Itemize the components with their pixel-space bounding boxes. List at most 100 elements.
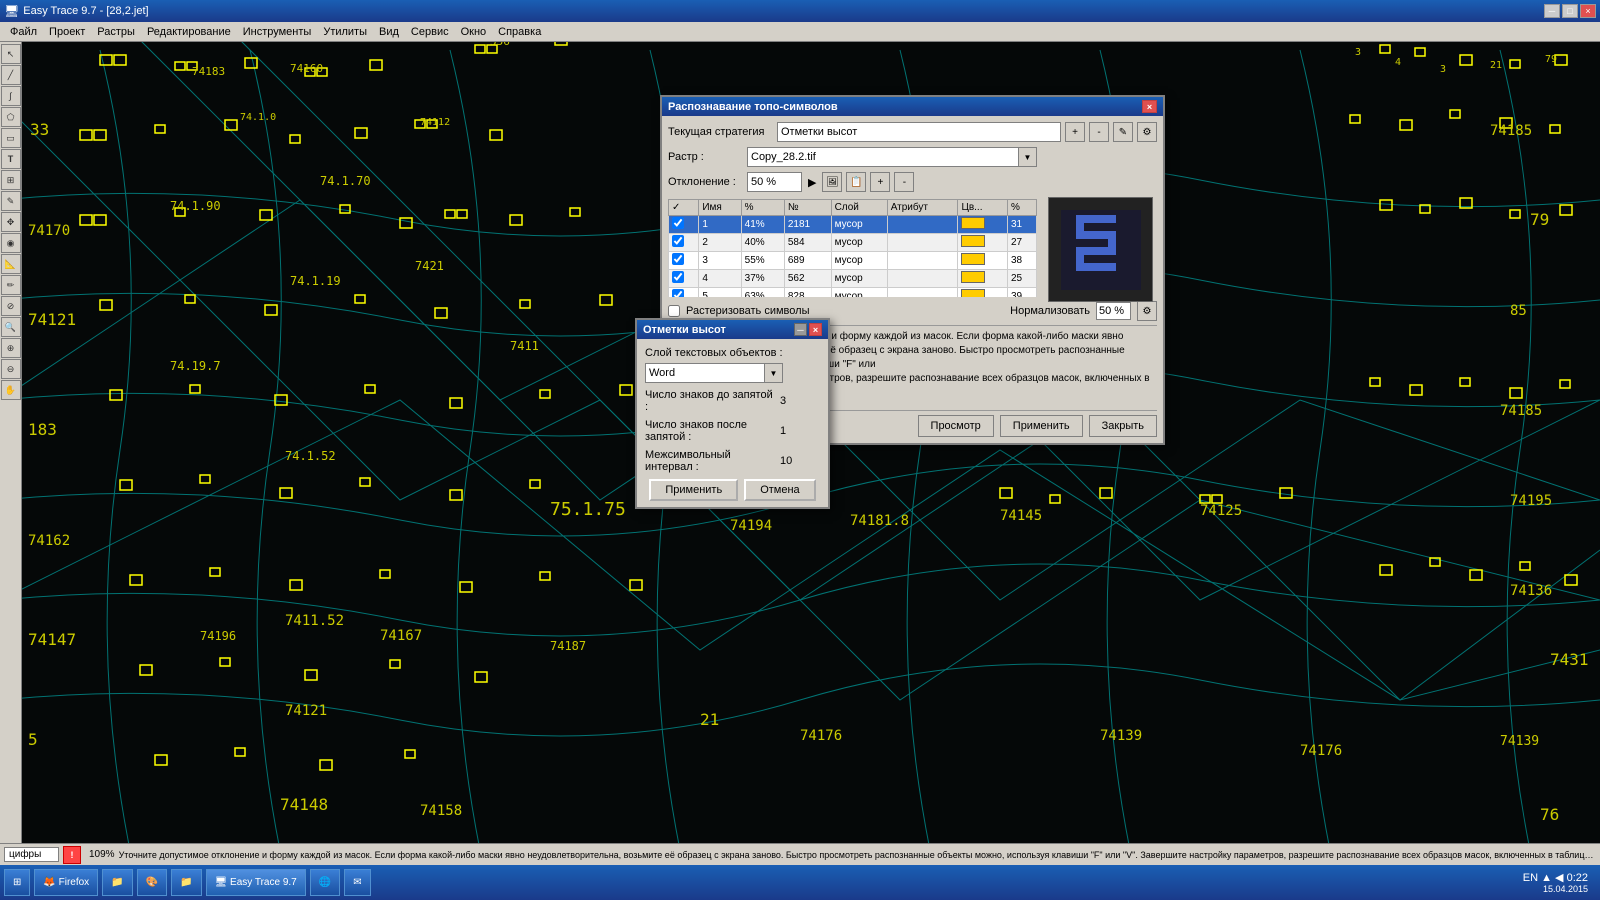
titlebar-title: Easy Trace 9.7 - [28,2.jet] <box>23 5 148 17</box>
row3-check[interactable] <box>672 253 684 265</box>
apply-button[interactable]: Применить <box>1000 415 1083 437</box>
remove-strategy-btn[interactable]: - <box>1089 122 1109 142</box>
deviation-copy-btn[interactable]: 📋 <box>846 172 866 192</box>
add-strategy-btn[interactable]: + <box>1065 122 1085 142</box>
row1-check[interactable] <box>672 217 684 229</box>
svg-text:183: 183 <box>28 420 57 439</box>
tool-move[interactable]: ✥ <box>1 212 21 232</box>
svg-text:74158: 74158 <box>420 803 462 819</box>
row2-pct: 40% <box>741 234 784 252</box>
svg-text:74162: 74162 <box>28 533 70 549</box>
svg-text:79: 79 <box>1545 54 1557 65</box>
start-button[interactable]: ⊞ <box>4 869 30 896</box>
layer-label: Слой текстовых объектов : <box>645 347 820 359</box>
normalize-input[interactable] <box>1096 302 1131 320</box>
tool-zoom-out[interactable]: ⊖ <box>1 359 21 379</box>
tool-measure[interactable]: 📐 <box>1 254 21 274</box>
table-row[interactable]: 1 41% 2181 мусор 31 <box>669 216 1037 234</box>
tool-zoom-in[interactable]: ⊕ <box>1 338 21 358</box>
menu-edit[interactable]: Редактирование <box>141 24 237 40</box>
mail-task[interactable]: ✉ <box>344 869 370 896</box>
settings-strategy-btn[interactable]: ⚙ <box>1137 122 1157 142</box>
close-button[interactable]: Закрыть <box>1089 415 1157 437</box>
layer-dropdown-arrow[interactable]: ▼ <box>765 363 783 383</box>
menu-project[interactable]: Проект <box>43 24 91 40</box>
sub-cancel-button[interactable]: Отмена <box>744 479 815 501</box>
tool-curve[interactable]: ∫ <box>1 86 21 106</box>
tool-poly[interactable]: ⬠ <box>1 107 21 127</box>
close-button[interactable]: × <box>1580 4 1596 18</box>
folder-task[interactable]: 📁 <box>171 869 201 896</box>
menu-window[interactable]: Окно <box>455 24 493 40</box>
svg-text:74160: 74160 <box>290 62 323 75</box>
raster-label: Растр : <box>668 151 743 163</box>
deviation-del-btn[interactable]: - <box>894 172 914 192</box>
tool-pointer[interactable]: ↖ <box>1 44 21 64</box>
svg-text:74183: 74183 <box>192 65 225 78</box>
minimize-button[interactable]: ─ <box>1544 4 1560 18</box>
menu-rasters[interactable]: Растры <box>91 24 141 40</box>
svg-text:74139: 74139 <box>1100 728 1142 744</box>
tool-pencil[interactable]: ✏ <box>1 275 21 295</box>
interval-label: Межсимвольный интервал : <box>645 449 776 473</box>
col-color: Цв... <box>958 200 1008 216</box>
firefox-task[interactable]: 🦊 Firefox <box>34 869 98 896</box>
rasterize-checkbox[interactable] <box>668 305 680 317</box>
table-row[interactable]: 5 63% 828 мусор 39 <box>669 288 1037 298</box>
explorer-task[interactable]: 📁 <box>102 869 132 896</box>
menu-tools[interactable]: Инструменты <box>237 24 318 40</box>
sub-close-btn[interactable]: × <box>809 323 822 336</box>
sub-apply-button[interactable]: Применить <box>649 479 738 501</box>
svg-text:74.1.90: 74.1.90 <box>170 199 221 213</box>
titlebar-left: 🖥 Easy Trace 9.7 - [28,2.jet] <box>4 4 149 18</box>
row5-pct: 63% <box>741 288 784 298</box>
table-row[interactable]: 3 55% 689 мусор 38 <box>669 252 1037 270</box>
titlebar: 🖥 Easy Trace 9.7 - [28,2.jet] ─ □ × <box>0 0 1600 22</box>
tool-hand[interactable]: ✋ <box>1 380 21 400</box>
sub-min-btn[interactable]: ─ <box>794 323 807 336</box>
tool-line[interactable]: ╱ <box>1 65 21 85</box>
svg-text:74185: 74185 <box>1490 123 1532 139</box>
table-row[interactable]: 2 40% 584 мусор 27 <box>669 234 1037 252</box>
row2-num: 584 <box>784 234 831 252</box>
restore-button[interactable]: □ <box>1562 4 1578 18</box>
paint-task[interactable]: 🎨 <box>137 869 167 896</box>
svg-text:74145: 74145 <box>1000 508 1042 524</box>
raster-dropdown-arrow[interactable]: ▼ <box>1019 147 1037 167</box>
chrome-task[interactable]: 🌐 <box>310 869 340 896</box>
easytrace-task[interactable]: 🖥 Easy Trace 9.7 <box>206 869 306 896</box>
main-dialog-close[interactable]: × <box>1142 100 1157 113</box>
svg-text:74.1.19: 74.1.19 <box>290 274 341 288</box>
deviation-view-btn[interactable]: 🖼 <box>822 172 842 192</box>
tool-snap[interactable]: ◉ <box>1 233 21 253</box>
strategy-dropdown[interactable]: Отметки высот <box>777 122 1061 142</box>
normalize-btn[interactable]: ⚙ <box>1137 301 1157 321</box>
tool-eraser[interactable]: ⊘ <box>1 296 21 316</box>
deviation-label: Отклонение : <box>668 176 743 188</box>
menu-file[interactable]: Файл <box>4 24 43 40</box>
rename-strategy-btn[interactable]: ✎ <box>1113 122 1133 142</box>
status-text: Уточните допустимое отклонение и форму к… <box>119 850 1596 860</box>
tool-zoom[interactable]: 🔍 <box>1 317 21 337</box>
svg-text:74121: 74121 <box>285 703 327 719</box>
row5-check[interactable] <box>672 289 684 297</box>
tool-rect[interactable]: ▭ <box>1 128 21 148</box>
svg-text:74147: 74147 <box>28 630 76 649</box>
menu-utils[interactable]: Утилиты <box>317 24 373 40</box>
tool-edit[interactable]: ✎ <box>1 191 21 211</box>
row4-num: 562 <box>784 270 831 288</box>
tool-select[interactable]: ⊞ <box>1 170 21 190</box>
menu-view[interactable]: Вид <box>373 24 405 40</box>
svg-text:74194: 74194 <box>730 518 772 534</box>
layer-input[interactable] <box>645 363 765 383</box>
tool-text[interactable]: T <box>1 149 21 169</box>
table-row[interactable]: 4 37% 562 мусор 25 <box>669 270 1037 288</box>
row2-check[interactable] <box>672 235 684 247</box>
menu-service[interactable]: Сервис <box>405 24 455 40</box>
deviation-add-btn[interactable]: + <box>870 172 890 192</box>
row4-check[interactable] <box>672 271 684 283</box>
raster-dropdown[interactable]: Copy_28.2.tif <box>747 147 1019 167</box>
preview-button[interactable]: Просмотр <box>918 415 994 437</box>
deviation-input[interactable] <box>747 172 802 192</box>
menu-help[interactable]: Справка <box>492 24 547 40</box>
